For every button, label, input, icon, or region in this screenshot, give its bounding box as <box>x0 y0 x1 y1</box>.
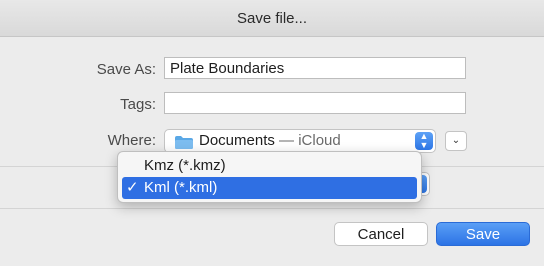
cancel-button[interactable]: Cancel <box>334 222 428 246</box>
tags-label: Tags: <box>120 96 156 113</box>
folder-icon <box>175 136 193 149</box>
divider <box>0 208 544 209</box>
save-button[interactable]: Save <box>436 222 530 246</box>
where-location: Documents <box>199 132 275 149</box>
titlebar: Save file... <box>0 0 544 37</box>
menu-item-label: Kmz (*.kmz) <box>144 157 226 174</box>
menu-item-kmz[interactable]: Kmz (*.kmz) <box>122 155 417 177</box>
menu-item-kml[interactable]: ✓ Kml (*.kml) <box>122 177 417 199</box>
where-label: Where: <box>107 132 156 149</box>
where-separator: — <box>274 132 299 149</box>
save-as-label: Save As: <box>96 61 156 78</box>
checkmark-icon: ✓ <box>126 179 139 196</box>
save-as-field[interactable] <box>164 57 466 79</box>
where-popup-label: Documents — iCloud <box>199 132 341 149</box>
chevron-down-icon[interactable]: ⌄ <box>445 131 467 151</box>
format-dropdown-menu: Kmz (*.kmz) ✓ Kml (*.kml) <box>117 151 422 203</box>
window-title: Save file... <box>236 9 308 27</box>
stepper-icon: ▲▼ <box>415 132 433 150</box>
where-service: iCloud <box>298 132 341 149</box>
tags-field[interactable] <box>164 92 466 114</box>
menu-item-label: Kml (*.kml) <box>144 179 218 196</box>
where-popup[interactable]: Documents — iCloud ▲ ▼ <box>164 129 436 153</box>
